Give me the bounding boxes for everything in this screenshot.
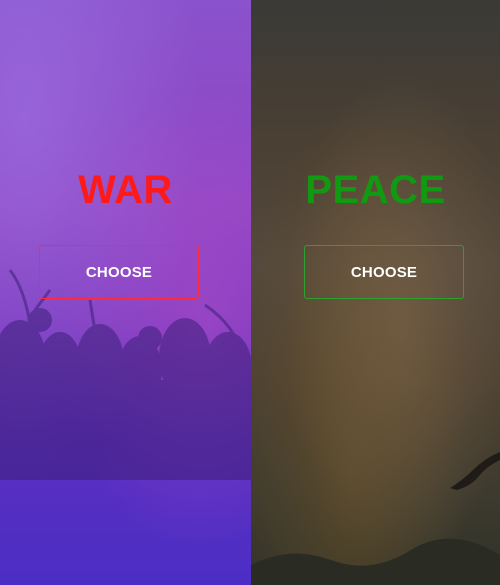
war-title: WAR [78, 168, 173, 212]
peace-panel: PEACE CHOOSE [251, 0, 500, 585]
peace-title: PEACE [305, 168, 446, 212]
treeline-silhouette-image [251, 538, 500, 585]
war-peace-split-screen: WAR CHOOSE PEACE CHOOSE [0, 0, 500, 585]
war-panel: WAR CHOOSE [0, 0, 251, 585]
choose-peace-button[interactable]: CHOOSE [304, 245, 464, 299]
choose-war-button[interactable]: CHOOSE [39, 245, 199, 299]
flying-bird-icon [450, 452, 500, 490]
